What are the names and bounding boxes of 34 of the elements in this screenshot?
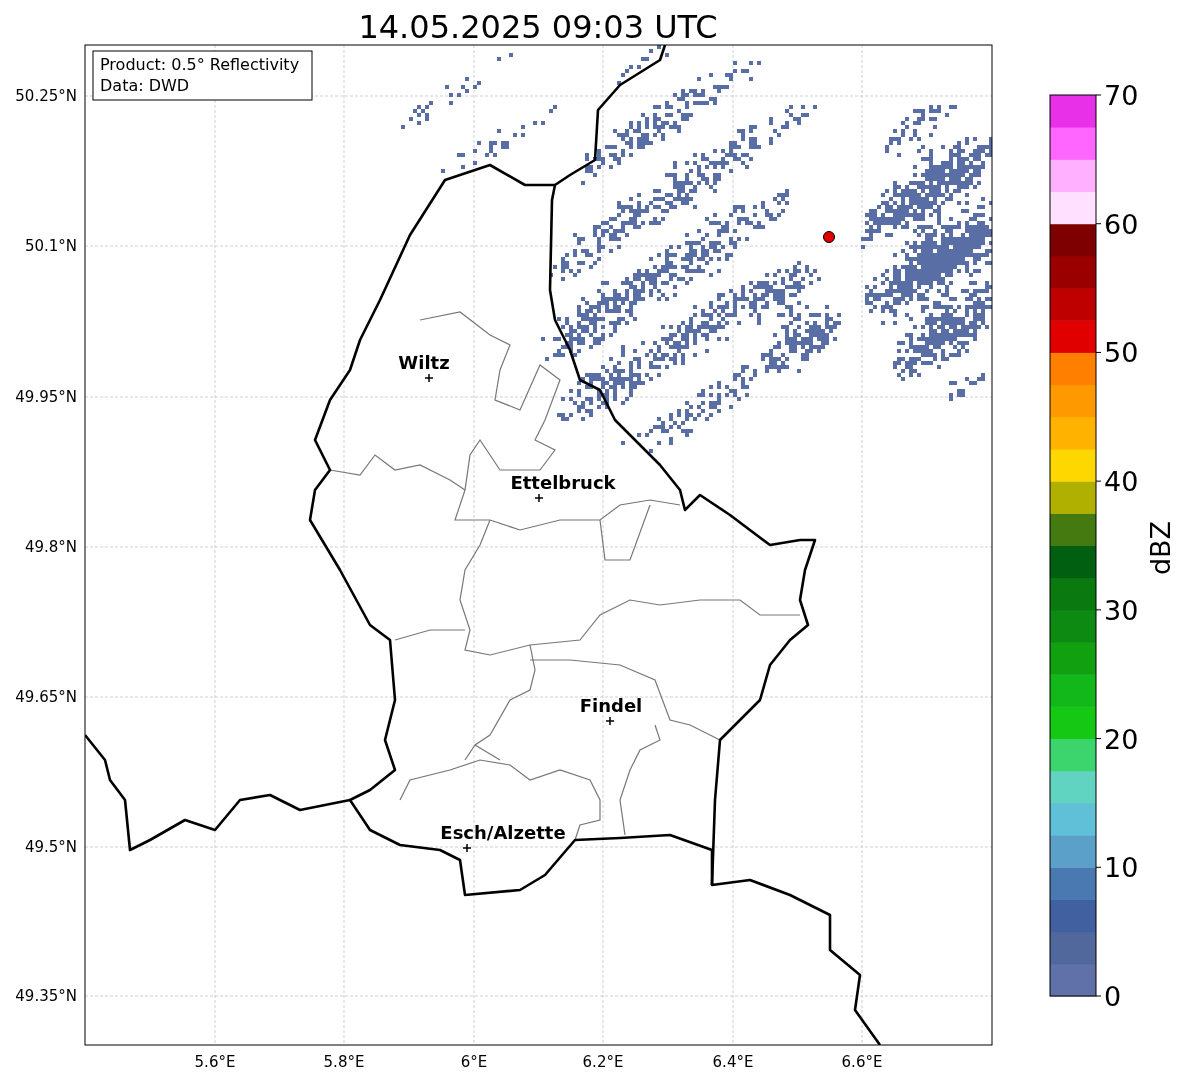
longitude-label: 6.4°E (712, 1053, 754, 1071)
info-text: Product: 0.5° Reflectivity (100, 55, 300, 74)
latitude-label: 49.35°N (15, 987, 77, 1005)
city-label: Esch/Alzette (440, 822, 566, 843)
longitude-label: 6°E (460, 1053, 488, 1071)
colorbar-tick-label: 30 (1104, 594, 1139, 626)
latitude-label: 49.65°N (15, 688, 77, 706)
colorbar-label: dBZ (1145, 520, 1176, 576)
longitude-label: 6.2°E (582, 1053, 624, 1071)
longitude-label: 5.6°E (194, 1053, 236, 1071)
colorbar-tick-label: 10 (1104, 852, 1139, 884)
colorbar-tick-label: 60 (1104, 208, 1139, 240)
longitude-label: 5.8°E (323, 1053, 365, 1071)
city-label: Findel (579, 695, 643, 716)
latitude-label: 50.25°N (15, 87, 77, 105)
colorbar-tick-label: 50 (1104, 337, 1139, 369)
colorbar-tick-label: 20 (1104, 723, 1139, 755)
latitude-label: 49.5°N (24, 838, 77, 856)
colorbar-tick-label: 40 (1104, 466, 1139, 498)
latitude-label: 49.95°N (15, 388, 77, 406)
city-marker-icon (534, 493, 544, 503)
city-label: Ettelbruck (510, 472, 616, 493)
info-text: Data: DWD (100, 76, 190, 95)
latitude-label: 50.1°N (24, 237, 77, 255)
city-marker-icon (605, 716, 615, 726)
city-marker-icon (424, 373, 434, 383)
longitude-label: 6.6°E (841, 1053, 883, 1071)
chart-title: 14.05.2025 09:03 UTC (358, 8, 718, 46)
city-marker-icon (462, 843, 472, 853)
radar-site-marker (823, 231, 835, 243)
latitude-label: 49.8°N (24, 538, 77, 556)
colorbar-tick-label: 0 (1104, 981, 1122, 1012)
city-label: Wiltz (398, 352, 450, 373)
colorbar-tick-label: 70 (1104, 80, 1139, 111)
